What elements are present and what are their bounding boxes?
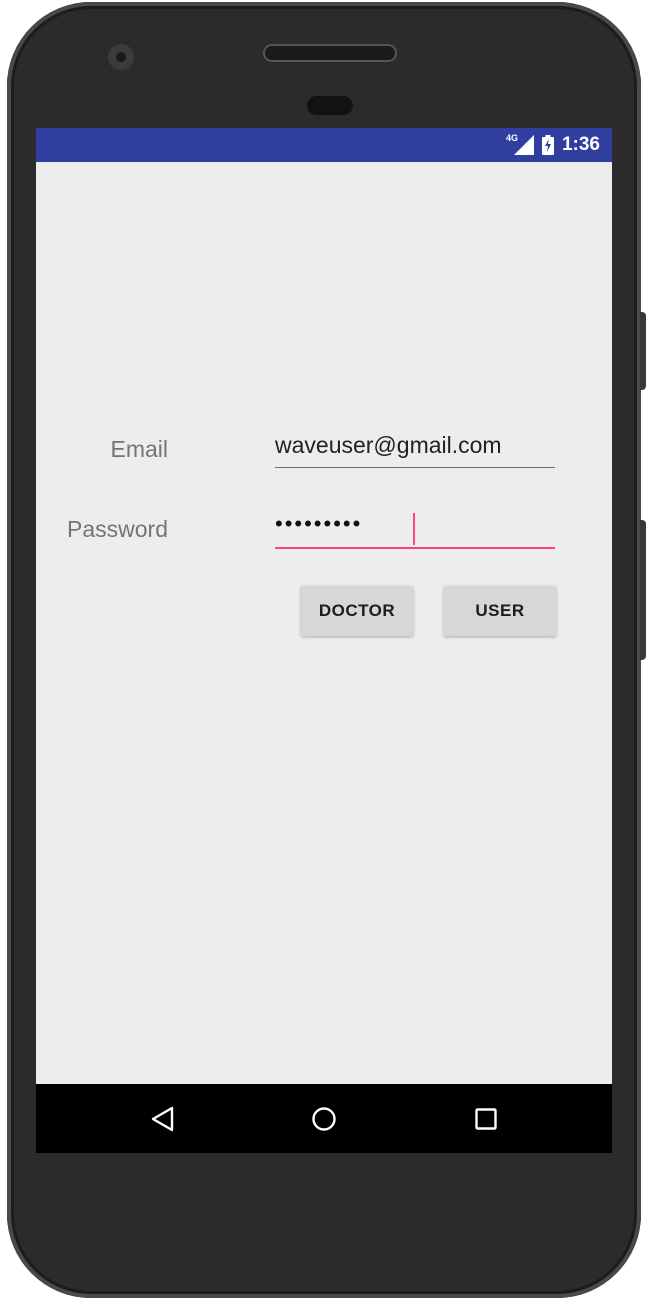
front-camera (108, 44, 134, 70)
doctor-button[interactable]: DOCTOR (301, 586, 413, 636)
status-icons: 4G 1:36 (506, 128, 600, 162)
proximity-sensor (307, 96, 353, 115)
app-screen: 4G 1:36 Email waveuser@gmail.com Passwor… (36, 128, 612, 1153)
status-bar: 4G 1:36 (36, 128, 612, 162)
user-button[interactable]: USER (444, 586, 556, 636)
navigation-bar (36, 1084, 612, 1153)
status-time: 1:36 (561, 134, 600, 155)
back-icon[interactable] (148, 1104, 178, 1134)
email-underline (275, 467, 555, 468)
power-button (640, 312, 646, 390)
email-field[interactable]: waveuser@gmail.com (275, 428, 555, 468)
volume-button (640, 520, 646, 660)
battery-charging-icon (541, 135, 554, 155)
email-value: waveuser@gmail.com (275, 432, 502, 458)
network-type: 4G (505, 133, 518, 143)
email-label: Email (110, 436, 168, 462)
password-field[interactable]: ••••••••• (275, 509, 555, 549)
home-icon[interactable] (309, 1104, 339, 1134)
password-label: Password (67, 516, 168, 542)
password-underline (275, 547, 555, 549)
recents-icon[interactable] (471, 1104, 501, 1134)
password-value: ••••••••• (275, 511, 363, 536)
earpiece-speaker (265, 46, 395, 60)
text-cursor (413, 513, 415, 545)
